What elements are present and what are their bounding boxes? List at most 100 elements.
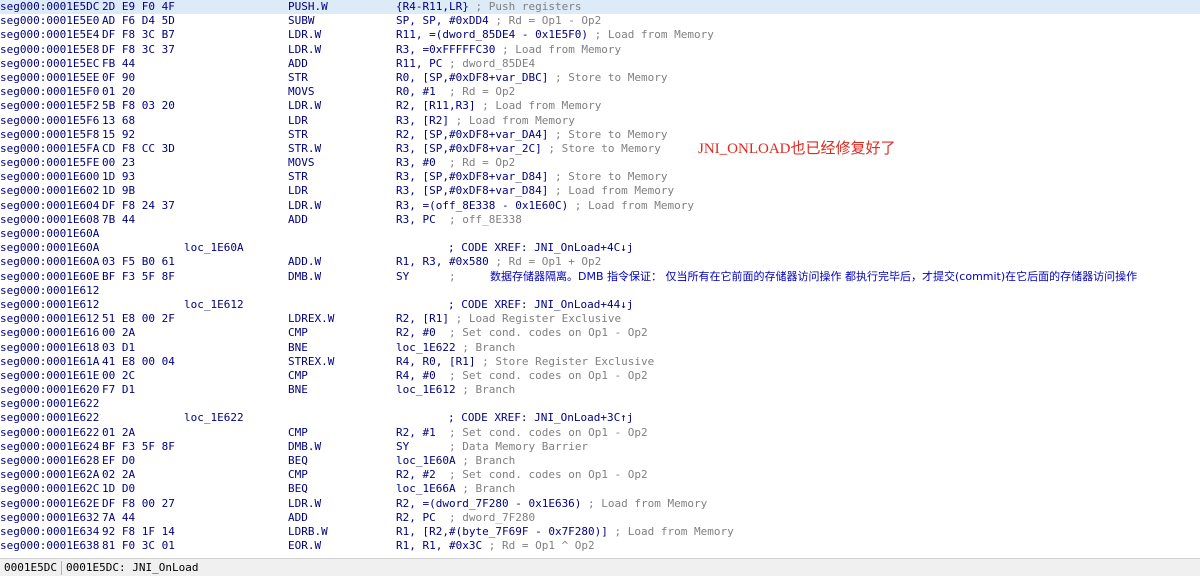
- listing-row[interactable]: seg000:0001E634 92 F8 1F 14 LDRB.W R1, [R2,…: [0, 525, 1200, 539]
- listing-row[interactable]: seg000:0001E628 EF D0 BEQ loc_1E60A ; Branc…: [0, 454, 1200, 468]
- line-comment: ; dword_85DE4: [442, 56, 536, 70]
- line-comment: ; Data Memory Barrier: [409, 439, 589, 453]
- line-operands: R2, [R1] ; Load Register Exclusive: [396, 312, 621, 326]
- listing-row[interactable]: seg000:0001E5F6 13 68 LDR R3, [R2] ; Load f…: [0, 114, 1200, 128]
- line-comment: ; Load Register Exclusive: [448, 312, 622, 326]
- listing-row[interactable]: seg000:0001E612 loc_1E612 ; CODE XREF: JNI…: [0, 298, 1200, 312]
- listing-row[interactable]: seg000:0001E602 1D 9B LDR R3, [SP,#0xDF8+va…: [0, 184, 1200, 198]
- line-comment: ; Store to Memory: [541, 141, 661, 155]
- listing-row[interactable]: seg000:0001E622 01 2A CMP R2, #1 ; Set cond…: [0, 426, 1200, 440]
- listing-row[interactable]: seg000:0001E608 7B 44 ADD R3, PC ; off_8E33…: [0, 213, 1200, 227]
- line-address: seg000:0001E638: [0, 539, 100, 553]
- listing-row[interactable]: seg000:0001E61E 00 2C CMP R4, #0 ; Set cond…: [0, 369, 1200, 383]
- line-mnemonic: LDR.W: [288, 42, 322, 56]
- line-address: seg000:0001E622: [0, 411, 100, 425]
- status-bar: 0001E5DC 0001E5DC: JNI_OnLoad: [0, 558, 1200, 576]
- listing-row[interactable]: seg000:0001E618 03 D1 BNE loc_1E622 ; Branc…: [0, 341, 1200, 355]
- line-mnemonic: LDR.W: [288, 496, 322, 510]
- line-address: seg000:0001E5DC: [0, 0, 100, 13]
- listing-row[interactable]: seg000:0001E620 F7 D1 BNE loc_1E612 ; Branc…: [0, 383, 1200, 397]
- line-bytes: 15 92: [102, 127, 136, 141]
- listing-row[interactable]: seg000:0001E624 BF F3 5F 8F DMB.W SY ; Data…: [0, 440, 1200, 454]
- operand-text: R2, [SP,#0xDF8+var_DA4]: [396, 127, 549, 141]
- listing-row[interactable]: seg000:0001E638 81 F0 3C 01 EOR.W R1, R1, #…: [0, 539, 1200, 553]
- line-comment: ; Store to Memory: [548, 70, 668, 84]
- listing-row[interactable]: seg000:0001E622: [0, 397, 1200, 411]
- listing-row[interactable]: seg000:0001E616 00 2A CMP R2, #0 ; Set cond…: [0, 326, 1200, 340]
- line-comment: ; Rd = Op2: [435, 85, 516, 99]
- line-bytes: 02 2A: [102, 468, 136, 482]
- line-address: seg000:0001E5EC: [0, 56, 100, 70]
- line-mnemonic: STREX.W: [288, 354, 335, 368]
- line-bytes: EF D0: [102, 454, 136, 467]
- listing-row[interactable]: seg000:0001E60E BF F3 5F 8F DMB.W SY ; 数据存储器…: [0, 270, 1200, 284]
- line-mnemonic: BEQ: [288, 482, 308, 496]
- line-operands: R4, #0 ; Set cond. codes on Op1 - Op2: [396, 369, 648, 383]
- line-address: seg000:0001E628: [0, 454, 100, 467]
- line-mnemonic: LDR.W: [288, 198, 322, 212]
- line-address: seg000:0001E612: [0, 283, 100, 297]
- listing-row[interactable]: seg000:0001E60A 03 F5 B0 61 ADD.W R1, R3, #…: [0, 255, 1200, 269]
- line-comment: ; Rd = Op1 + Op2: [488, 255, 602, 269]
- listing-row[interactable]: seg000:0001E5E4 DF F8 3C B7 LDR.W R11, =(dw…: [0, 28, 1200, 42]
- listing-row[interactable]: seg000:0001E61A 41 E8 00 04 STREX.W R4, R0,…: [0, 355, 1200, 369]
- listing-row[interactable]: seg000:0001E5F8 15 92 STR R2, [SP,#0xDF8+va…: [0, 128, 1200, 142]
- listing-row[interactable]: seg000:0001E5E0 AD F6 D4 5D SUBW SP, SP, #0…: [0, 14, 1200, 28]
- line-mnemonic: ADD: [288, 510, 308, 524]
- line-operands: R1, [R2,#(byte_7F69F - 0x7F280)] ; Load …: [396, 525, 734, 539]
- line-comment: ; Rd = Op2: [435, 156, 516, 170]
- listing-row[interactable]: seg000:0001E622 loc_1E622 ; CODE XREF: JNI…: [0, 411, 1200, 425]
- line-operands: R2, #0 ; Set cond. codes on Op1 - Op2: [396, 326, 648, 340]
- line-address: seg000:0001E62C: [0, 482, 100, 496]
- line-operands: R2, [SP,#0xDF8+var_DA4] ; Store to Memor…: [396, 128, 668, 142]
- listing-row[interactable]: seg000:0001E5DC 2D E9 F0 4F PUSH.W {R4-R11,…: [0, 0, 1200, 15]
- line-address: seg000:0001E612: [0, 312, 100, 326]
- listing-row[interactable]: seg000:0001E612 51 E8 00 2F LDREX.W R2, [R1…: [0, 312, 1200, 326]
- line-comment: ; Load from Memory: [448, 113, 575, 127]
- operand-text: SY: [396, 269, 410, 283]
- line-mnemonic: LDRB.W: [288, 524, 328, 538]
- line-operands: SP, SP, #0xDD4 ; Rd = Op1 - Op2: [396, 14, 601, 28]
- listing-row[interactable]: seg000:0001E604 DF F8 24 37 LDR.W R3, =(off…: [0, 199, 1200, 213]
- listing-row[interactable]: seg000:0001E5FE 00 23 MOVS R3, #0 ; Rd = Op…: [0, 156, 1200, 170]
- line-mnemonic: ADD: [288, 212, 308, 226]
- listing-row[interactable]: seg000:0001E5F2 5B F8 03 20 LDR.W R2, [R11,…: [0, 99, 1200, 113]
- line-label: loc_1E60A: [184, 241, 244, 255]
- operand-text: SY: [396, 439, 410, 453]
- line-mnemonic: SUBW: [288, 14, 315, 28]
- line-mnemonic: STR: [288, 70, 308, 84]
- listing-row[interactable]: seg000:0001E62E DF F8 00 27 LDR.W R2, =(dwo…: [0, 497, 1200, 511]
- line-operands: SY ;: [396, 270, 456, 284]
- line-bytes: 0F 90: [102, 70, 136, 84]
- disassembly-listing[interactable]: seg000:0001E5DC 2D E9 F0 4F PUSH.W {R4-R11,…: [0, 0, 1200, 558]
- listing-row[interactable]: seg000:0001E62A 02 2A CMP R2, #2 ; Set cond…: [0, 468, 1200, 482]
- listing-row[interactable]: seg000:0001E612: [0, 284, 1200, 298]
- listing-row[interactable]: seg000:0001E5FA CD F8 CC 3D STR.W R3, [SP,#…: [0, 142, 1200, 156]
- line-bytes: 13 68: [102, 113, 136, 127]
- listing-row[interactable]: seg000:0001E5E8 DF F8 3C 37 LDR.W R3, =0xFF…: [0, 43, 1200, 57]
- listing-row[interactable]: seg000:0001E600 1D 93 STR R3, [SP,#0xDF8+va…: [0, 170, 1200, 184]
- line-address: seg000:0001E624: [0, 439, 100, 453]
- listing-row[interactable]: seg000:0001E5EC FB 44 ADD R11, PC ; dword_8…: [0, 57, 1200, 71]
- line-bytes: 1D 9B: [102, 184, 136, 198]
- line-chinese-comment: 数据存储器隔离。DMB 指令保证： 仅当所有在它前面的存储器访问操作 都执行完毕…: [490, 269, 1138, 283]
- line-bytes: 81 F0 3C 01: [102, 539, 175, 553]
- line-address: seg000:0001E622: [0, 425, 100, 439]
- line-address: seg000:0001E616: [0, 326, 100, 340]
- line-address: seg000:0001E634: [0, 524, 100, 538]
- line-address: seg000:0001E60E: [0, 269, 100, 283]
- line-comment: ; Load from Memory: [581, 496, 708, 510]
- listing-row[interactable]: seg000:0001E60A: [0, 227, 1200, 241]
- operand-text: R3, [SP,#0xDF8+var_2C]: [396, 141, 542, 155]
- listing-row[interactable]: seg000:0001E60A loc_1E60A ; CODE XREF: JNI…: [0, 241, 1200, 255]
- listing-row[interactable]: seg000:0001E5EE 0F 90 STR R0, [SP,#0xDF8+va…: [0, 71, 1200, 85]
- listing-row[interactable]: seg000:0001E62C 1D D0 BEQ loc_1E66A ; Branc…: [0, 482, 1200, 496]
- line-mnemonic: CMP: [288, 425, 308, 439]
- line-bytes: 1D 93: [102, 170, 136, 184]
- line-operands: R3, =0xFFFFFC30 ; Load from Memory: [396, 43, 621, 57]
- line-bytes: 41 E8 00 04: [102, 354, 175, 368]
- line-mnemonic: ADD.W: [288, 255, 322, 269]
- line-operands: loc_1E622 ; Branch: [396, 341, 515, 355]
- listing-row[interactable]: seg000:0001E632 7A 44 ADD R2, PC ; dword_7F…: [0, 511, 1200, 525]
- listing-row[interactable]: seg000:0001E5F0 01 20 MOVS R0, #1 ; Rd = Op…: [0, 85, 1200, 99]
